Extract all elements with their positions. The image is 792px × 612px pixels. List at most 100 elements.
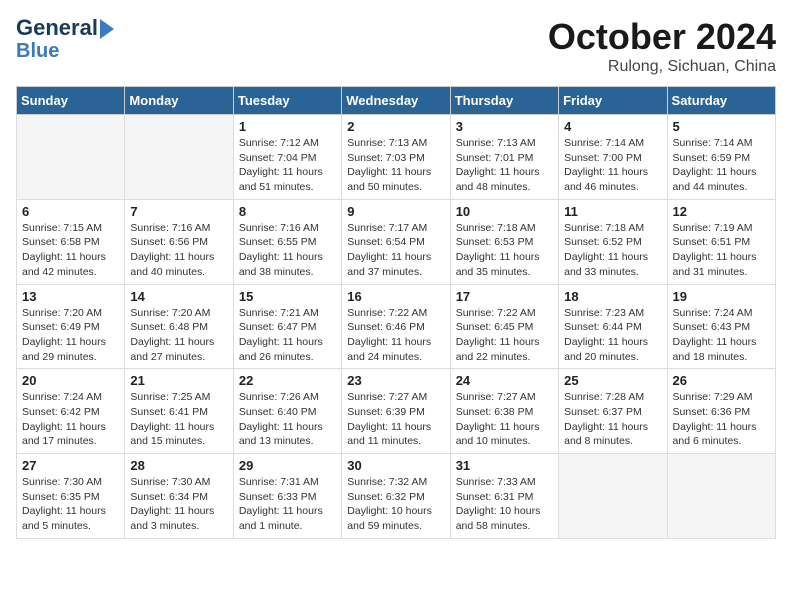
day-number: 12 [673,204,770,219]
calendar-cell: 26Sunrise: 7:29 AM Sunset: 6:36 PM Dayli… [667,369,775,454]
cell-content: Sunrise: 7:30 AM Sunset: 6:35 PM Dayligh… [22,475,119,534]
calendar-cell: 1 Sunrise: 7:12 AM Sunset: 7:04 PM Daylig… [233,115,341,200]
logo-text-blue: Blue [16,40,59,62]
cell-content: Sunrise: 7:21 AM Sunset: 6:47 PM Dayligh… [239,306,336,365]
cell-content: Sunrise: 7:20 AM Sunset: 6:48 PM Dayligh… [130,306,227,365]
cell-content: Sunrise: 7:24 AM Sunset: 6:42 PM Dayligh… [22,390,119,449]
title-block: October 2024 Rulong, Sichuan, China [548,16,776,76]
cell-content: Sunrise: 7:18 AM Sunset: 6:52 PM Dayligh… [564,221,661,280]
day-number: 7 [130,204,227,219]
calendar-cell: 2 Sunrise: 7:13 AM Sunset: 7:03 PM Daylig… [342,115,450,200]
day-number: 5 [673,119,770,134]
calendar-cell: 8Sunrise: 7:16 AM Sunset: 6:55 PM Daylig… [233,199,341,284]
day-number: 11 [564,204,661,219]
day-number: 23 [347,373,444,388]
day-number: 28 [130,458,227,473]
calendar-cell: 7Sunrise: 7:16 AM Sunset: 6:56 PM Daylig… [125,199,233,284]
day-header-friday: Friday [559,87,667,115]
cell-content: Sunrise: 7:20 AM Sunset: 6:49 PM Dayligh… [22,306,119,365]
day-number: 15 [239,289,336,304]
day-header-wednesday: Wednesday [342,87,450,115]
calendar-cell: 22Sunrise: 7:26 AM Sunset: 6:40 PM Dayli… [233,369,341,454]
day-number: 17 [456,289,553,304]
day-number: 30 [347,458,444,473]
day-number: 9 [347,204,444,219]
cell-content: Sunrise: 7:17 AM Sunset: 6:54 PM Dayligh… [347,221,444,280]
day-number: 31 [456,458,553,473]
calendar-cell: 13Sunrise: 7:20 AM Sunset: 6:49 PM Dayli… [17,284,125,369]
calendar-cell [17,115,125,200]
cell-content: Sunrise: 7:27 AM Sunset: 6:39 PM Dayligh… [347,390,444,449]
cell-content: Sunrise: 7:14 AM Sunset: 6:59 PM Dayligh… [673,136,770,195]
calendar-week-3: 13Sunrise: 7:20 AM Sunset: 6:49 PM Dayli… [17,284,776,369]
calendar-cell: 10 Sunrise: 7:18 AM Sunset: 6:53 PM Dayli… [450,199,558,284]
calendar-body: 1 Sunrise: 7:12 AM Sunset: 7:04 PM Daylig… [17,115,776,539]
calendar-cell: 25 Sunrise: 7:28 AM Sunset: 6:37 PM Dayli… [559,369,667,454]
day-header-saturday: Saturday [667,87,775,115]
day-number: 19 [673,289,770,304]
cell-content: Sunrise: 7:28 AM Sunset: 6:37 PM Dayligh… [564,390,661,449]
day-header-sunday: Sunday [17,87,125,115]
cell-content: Sunrise: 7:19 AM Sunset: 6:51 PM Dayligh… [673,221,770,280]
cell-content: Sunrise: 7:18 AM Sunset: 6:53 PM Dayligh… [456,221,553,280]
day-number: 27 [22,458,119,473]
cell-content: Sunrise: 7:15 AM Sunset: 6:58 PM Dayligh… [22,221,119,280]
calendar-cell [559,454,667,539]
day-number: 2 [347,119,444,134]
cell-content: Sunrise: 7:22 AM Sunset: 6:46 PM Dayligh… [347,306,444,365]
calendar-cell: 14 Sunrise: 7:20 AM Sunset: 6:48 PM Dayli… [125,284,233,369]
calendar-week-5: 27 Sunrise: 7:30 AM Sunset: 6:35 PM Dayli… [17,454,776,539]
calendar-cell: 15 Sunrise: 7:21 AM Sunset: 6:47 PM Dayli… [233,284,341,369]
cell-content: Sunrise: 7:13 AM Sunset: 7:01 PM Dayligh… [456,136,553,195]
day-number: 16 [347,289,444,304]
day-number: 4 [564,119,661,134]
cell-content: Sunrise: 7:23 AM Sunset: 6:44 PM Dayligh… [564,306,661,365]
calendar-cell: 12 Sunrise: 7:19 AM Sunset: 6:51 PM Dayli… [667,199,775,284]
cell-content: Sunrise: 7:14 AM Sunset: 7:00 PM Dayligh… [564,136,661,195]
cell-content: Sunrise: 7:25 AM Sunset: 6:41 PM Dayligh… [130,390,227,449]
calendar-cell: 18 Sunrise: 7:23 AM Sunset: 6:44 PM Dayli… [559,284,667,369]
calendar-week-1: 1 Sunrise: 7:12 AM Sunset: 7:04 PM Daylig… [17,115,776,200]
day-number: 22 [239,373,336,388]
calendar-cell: 9 Sunrise: 7:17 AM Sunset: 6:54 PM Daylig… [342,199,450,284]
calendar-cell: 31 Sunrise: 7:33 AM Sunset: 6:31 PM Dayli… [450,454,558,539]
calendar-week-4: 20 Sunrise: 7:24 AM Sunset: 6:42 PM Dayli… [17,369,776,454]
day-number: 14 [130,289,227,304]
calendar-cell: 6Sunrise: 7:15 AM Sunset: 6:58 PM Daylig… [17,199,125,284]
calendar-cell: 30Sunrise: 7:32 AM Sunset: 6:32 PM Dayli… [342,454,450,539]
calendar-cell: 21 Sunrise: 7:25 AM Sunset: 6:41 PM Dayli… [125,369,233,454]
calendar-cell: 28 Sunrise: 7:30 AM Sunset: 6:34 PM Dayli… [125,454,233,539]
day-number: 20 [22,373,119,388]
calendar-cell: 3Sunrise: 7:13 AM Sunset: 7:01 PM Daylig… [450,115,558,200]
calendar-cell: 20 Sunrise: 7:24 AM Sunset: 6:42 PM Dayli… [17,369,125,454]
cell-content: Sunrise: 7:13 AM Sunset: 7:03 PM Dayligh… [347,136,444,195]
calendar-week-2: 6Sunrise: 7:15 AM Sunset: 6:58 PM Daylig… [17,199,776,284]
logo-text: General [16,16,114,40]
day-number: 1 [239,119,336,134]
page-header: General Blue October 2024 Rulong, Sichua… [16,16,776,76]
day-number: 21 [130,373,227,388]
day-number: 18 [564,289,661,304]
calendar-cell [667,454,775,539]
day-header-monday: Monday [125,87,233,115]
cell-content: Sunrise: 7:12 AM Sunset: 7:04 PM Dayligh… [239,136,336,195]
day-number: 25 [564,373,661,388]
logo: General Blue [16,16,114,62]
cell-content: Sunrise: 7:27 AM Sunset: 6:38 PM Dayligh… [456,390,553,449]
day-number: 26 [673,373,770,388]
cell-content: Sunrise: 7:30 AM Sunset: 6:34 PM Dayligh… [130,475,227,534]
day-number: 10 [456,204,553,219]
cell-content: Sunrise: 7:33 AM Sunset: 6:31 PM Dayligh… [456,475,553,534]
calendar-cell: 27 Sunrise: 7:30 AM Sunset: 6:35 PM Dayli… [17,454,125,539]
calendar-cell: 16 Sunrise: 7:22 AM Sunset: 6:46 PM Dayli… [342,284,450,369]
location: Rulong, Sichuan, China [548,58,776,76]
day-header-thursday: Thursday [450,87,558,115]
calendar-cell: 29Sunrise: 7:31 AM Sunset: 6:33 PM Dayli… [233,454,341,539]
calendar-table: SundayMondayTuesdayWednesdayThursdayFrid… [16,86,776,539]
month-title: October 2024 [548,16,776,58]
calendar-cell: 19 Sunrise: 7:24 AM Sunset: 6:43 PM Dayli… [667,284,775,369]
calendar-header-row: SundayMondayTuesdayWednesdayThursdayFrid… [17,87,776,115]
calendar-cell: 17Sunrise: 7:22 AM Sunset: 6:45 PM Dayli… [450,284,558,369]
cell-content: Sunrise: 7:24 AM Sunset: 6:43 PM Dayligh… [673,306,770,365]
calendar-cell [125,115,233,200]
